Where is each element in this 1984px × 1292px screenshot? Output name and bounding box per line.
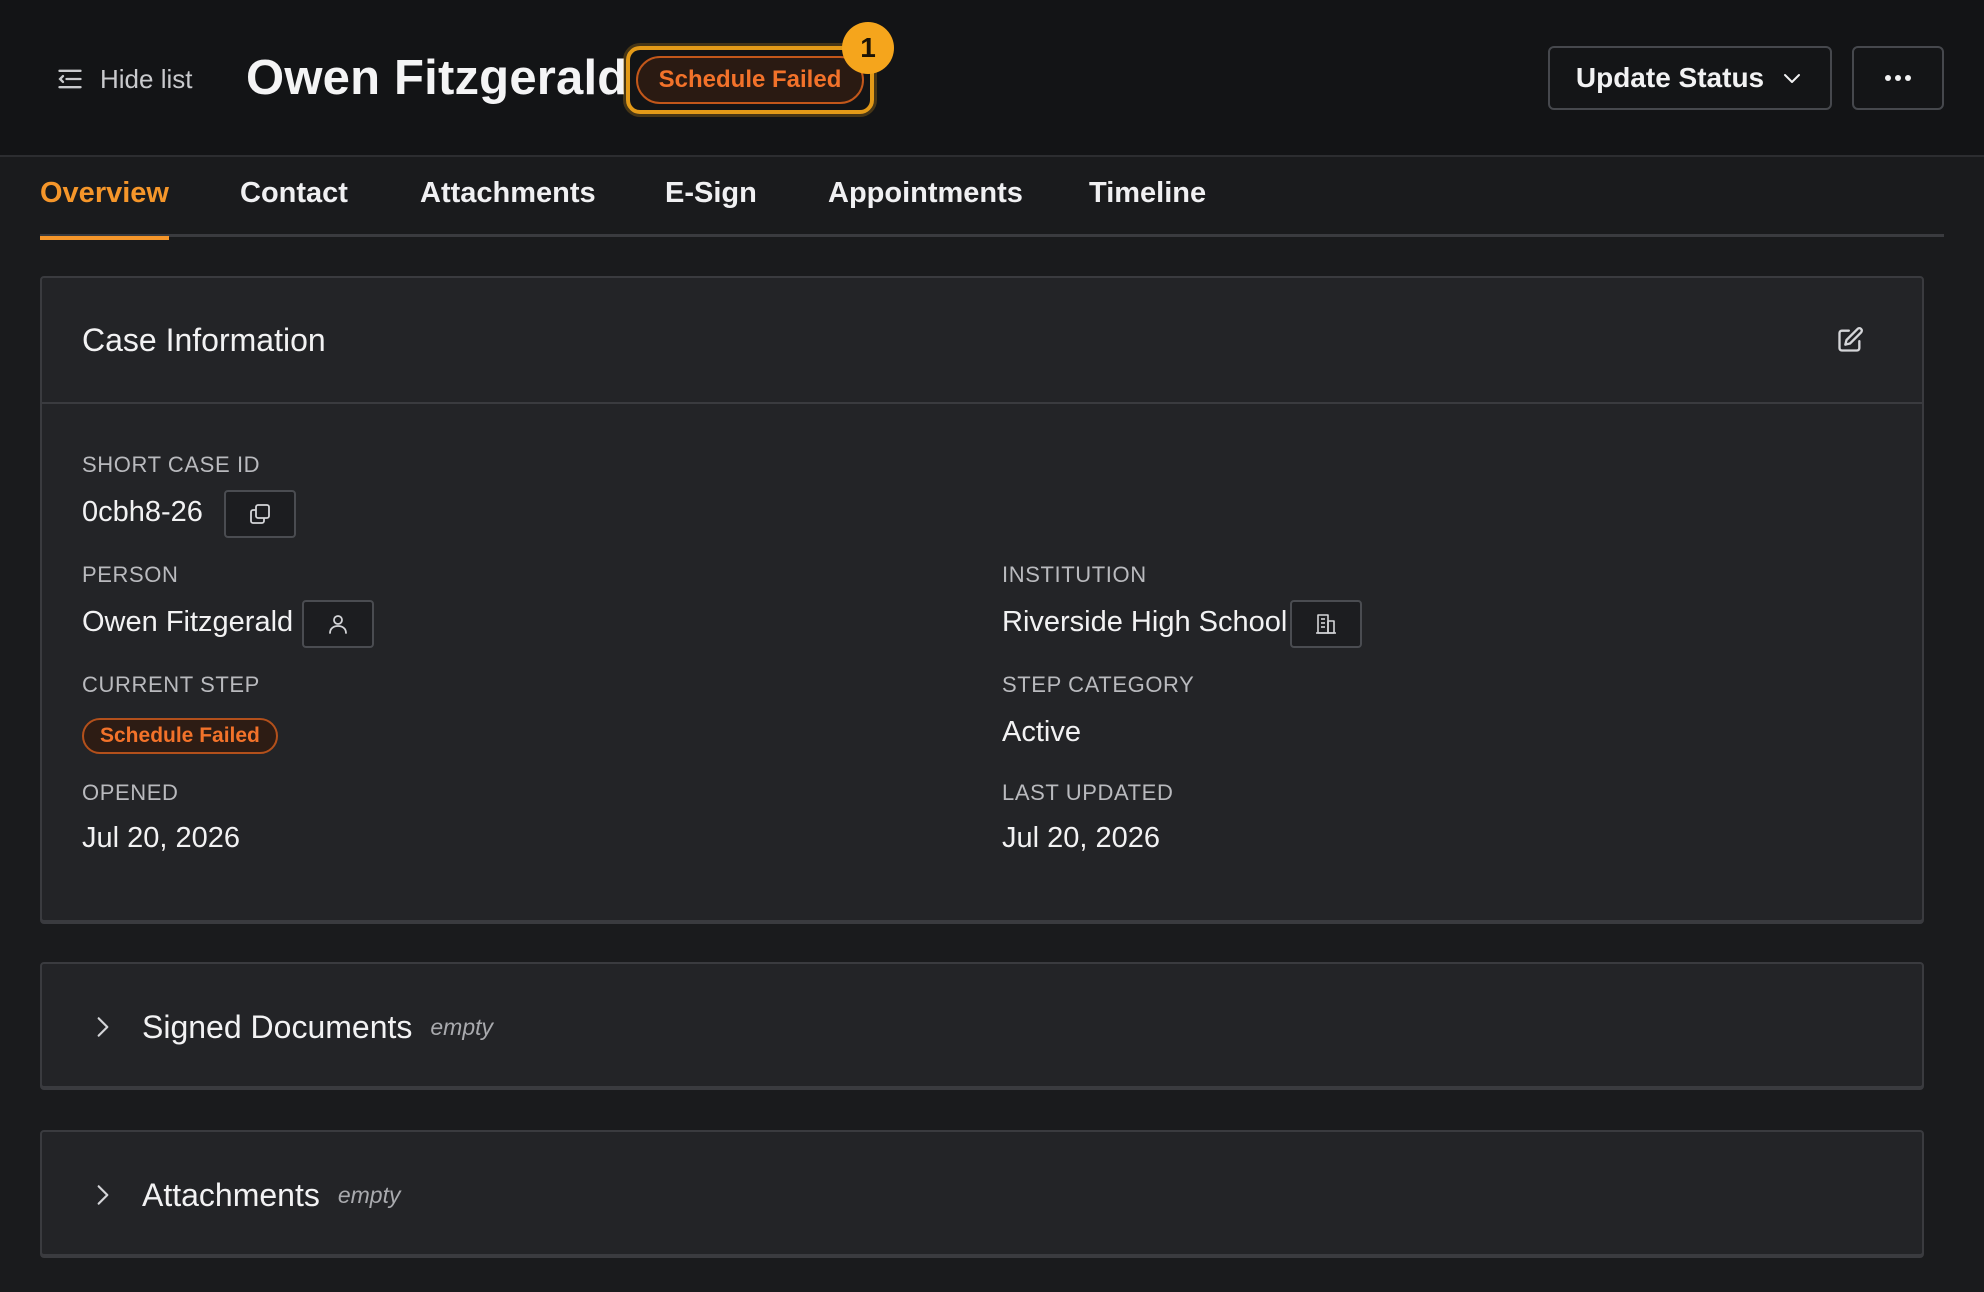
opened-label: OPENED — [82, 780, 179, 805]
tab-contact[interactable]: Contact — [240, 177, 348, 237]
last-updated-label: LAST UPDATED — [1002, 780, 1174, 805]
open-institution-button[interactable] — [1290, 600, 1362, 648]
step-category-value: Active — [1002, 716, 1081, 748]
attachments-section: Attachments empty — [40, 1130, 1924, 1256]
attachments-toggle[interactable]: Attachments empty — [42, 1132, 1922, 1258]
short-case-id-label: SHORT CASE ID — [82, 452, 261, 477]
update-status-button[interactable]: Update Status — [1548, 46, 1832, 110]
hide-list-button[interactable]: Hide list — [56, 58, 192, 100]
person-label: PERSON — [82, 562, 179, 587]
chevron-down-icon — [1784, 74, 1801, 83]
chevron-right-icon — [97, 1017, 109, 1037]
person-value: Owen Fitzgerald — [82, 606, 294, 638]
step-category-label: STEP CATEGORY — [1002, 672, 1195, 697]
current-step-label: CURRENT STEP — [82, 672, 260, 697]
signed-documents-section: Signed Documents empty — [40, 962, 1924, 1088]
list-collapse-icon — [58, 69, 82, 89]
tab-esign[interactable]: E-Sign — [665, 177, 757, 237]
last-updated-value: Jul 20, 2026 — [1002, 822, 1161, 854]
signed-documents-title: Signed Documents — [142, 1008, 413, 1045]
institution-value: Riverside High School — [1002, 606, 1288, 638]
status-count-badge: 1 — [842, 22, 894, 74]
building-icon — [1316, 614, 1336, 634]
opened-value: Jul 20, 2026 — [82, 822, 241, 854]
short-case-id-value: 0cbh8-26 — [82, 496, 203, 528]
edit-icon[interactable] — [1836, 326, 1864, 354]
user-icon — [329, 615, 347, 634]
signed-documents-toggle[interactable]: Signed Documents empty — [42, 964, 1922, 1090]
case-information-header: Case Information — [42, 278, 1922, 404]
tab-bar: Overview Contact Attachments E-Sign Appo… — [40, 157, 1944, 240]
institution-label: INSTITUTION — [1002, 562, 1147, 587]
copy-case-id-button[interactable] — [224, 490, 296, 538]
tab-timeline[interactable]: Timeline — [1089, 177, 1206, 237]
attachments-title: Attachments — [142, 1176, 320, 1213]
status-badge-label: Schedule Failed — [636, 56, 864, 104]
page-header: Hide list Owen Fitzgerald Schedule Faile… — [0, 0, 1984, 157]
signed-documents-empty-state: empty — [430, 1013, 494, 1040]
tab-overview[interactable]: Overview — [40, 177, 169, 240]
update-status-label: Update Status — [1575, 62, 1765, 93]
open-person-button[interactable] — [302, 600, 374, 648]
case-information-card: Case Information SHORT CASE ID 0cbh8-26 … — [40, 276, 1924, 922]
tab-attachments[interactable]: Attachments — [420, 177, 596, 237]
status-badge[interactable]: Schedule Failed — [626, 46, 874, 114]
page-title: Owen Fitzgerald — [246, 51, 628, 105]
current-step-badge: Schedule Failed — [82, 718, 278, 754]
tab-appointments[interactable]: Appointments — [828, 177, 1023, 237]
chevron-right-icon — [97, 1185, 109, 1205]
copy-icon — [250, 504, 270, 524]
case-information-title: Case Information — [82, 321, 326, 358]
ellipsis-icon — [1885, 75, 1911, 81]
more-options-button[interactable] — [1852, 46, 1944, 110]
attachments-empty-state: empty — [337, 1181, 401, 1208]
hide-list-label: Hide list — [100, 63, 193, 94]
